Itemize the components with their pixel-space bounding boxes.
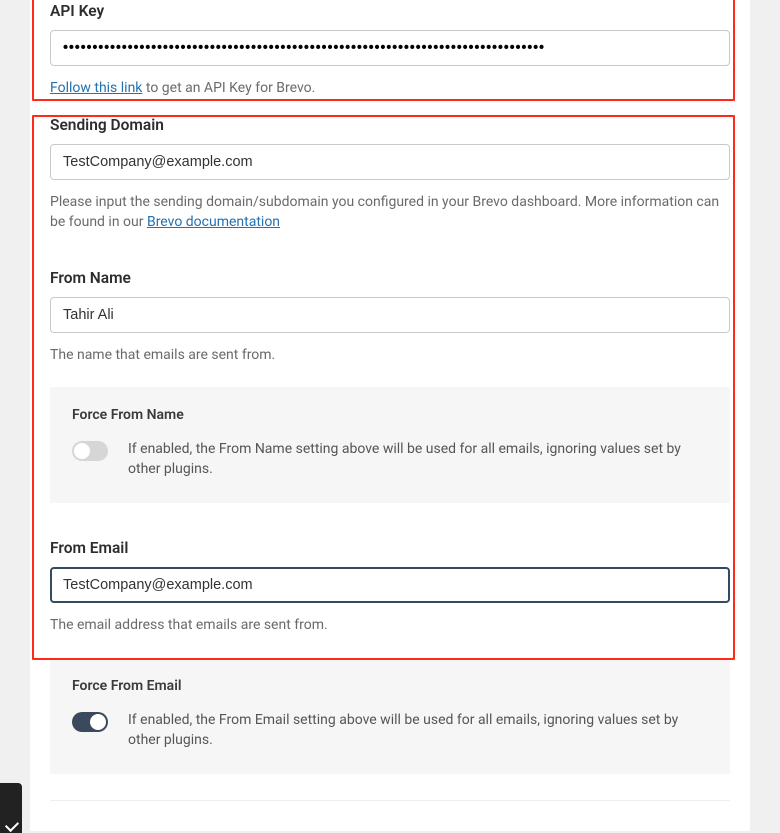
section-sending-domain: Sending Domain Please input the sending … [50, 96, 730, 233]
api-key-follow-link[interactable]: Follow this link [50, 80, 142, 96]
section-from-name: From Name The name that emails are sent … [50, 263, 730, 504]
settings-form: API Key Follow this link to get an API K… [30, 0, 750, 831]
force-from-name-desc: If enabled, the From Name setting above … [128, 439, 708, 480]
sending-domain-help: Please input the sending domain/subdomai… [50, 192, 730, 233]
api-key-follow-tail: to get an API Key for Brevo. [142, 80, 315, 96]
force-from-email-toggle[interactable] [72, 712, 108, 732]
api-key-label: API Key [50, 2, 730, 20]
from-name-help: The name that emails are sent from. [50, 345, 730, 365]
force-from-name-toggle[interactable] [72, 441, 108, 461]
section-from-email: From Email The email address that emails… [50, 533, 730, 801]
toggle-knob [74, 443, 90, 459]
from-email-label: From Email [50, 539, 730, 557]
from-name-label: From Name [50, 269, 730, 287]
brevo-documentation-link[interactable]: Brevo documentation [147, 214, 280, 230]
section-api-key: API Key Follow this link to get an API K… [50, 0, 730, 96]
force-from-name-panel: Force From Name If enabled, the From Nam… [50, 387, 730, 504]
force-from-email-desc: If enabled, the From Email setting above… [128, 710, 708, 751]
collapsed-side-tab[interactable] [0, 783, 22, 833]
from-name-input[interactable] [50, 297, 730, 333]
toggle-knob [90, 714, 106, 730]
api-key-help: Follow this link to get an API Key for B… [50, 80, 730, 96]
divider [50, 800, 730, 801]
sending-domain-label: Sending Domain [50, 116, 730, 134]
from-email-help: The email address that emails are sent f… [50, 615, 730, 635]
force-from-email-panel: Force From Email If enabled, the From Em… [50, 658, 730, 775]
from-email-input[interactable] [50, 567, 730, 603]
force-from-name-label: Force From Name [72, 407, 708, 423]
api-key-input[interactable] [50, 30, 730, 66]
force-from-email-label: Force From Email [72, 678, 708, 694]
sending-domain-input[interactable] [50, 144, 730, 180]
